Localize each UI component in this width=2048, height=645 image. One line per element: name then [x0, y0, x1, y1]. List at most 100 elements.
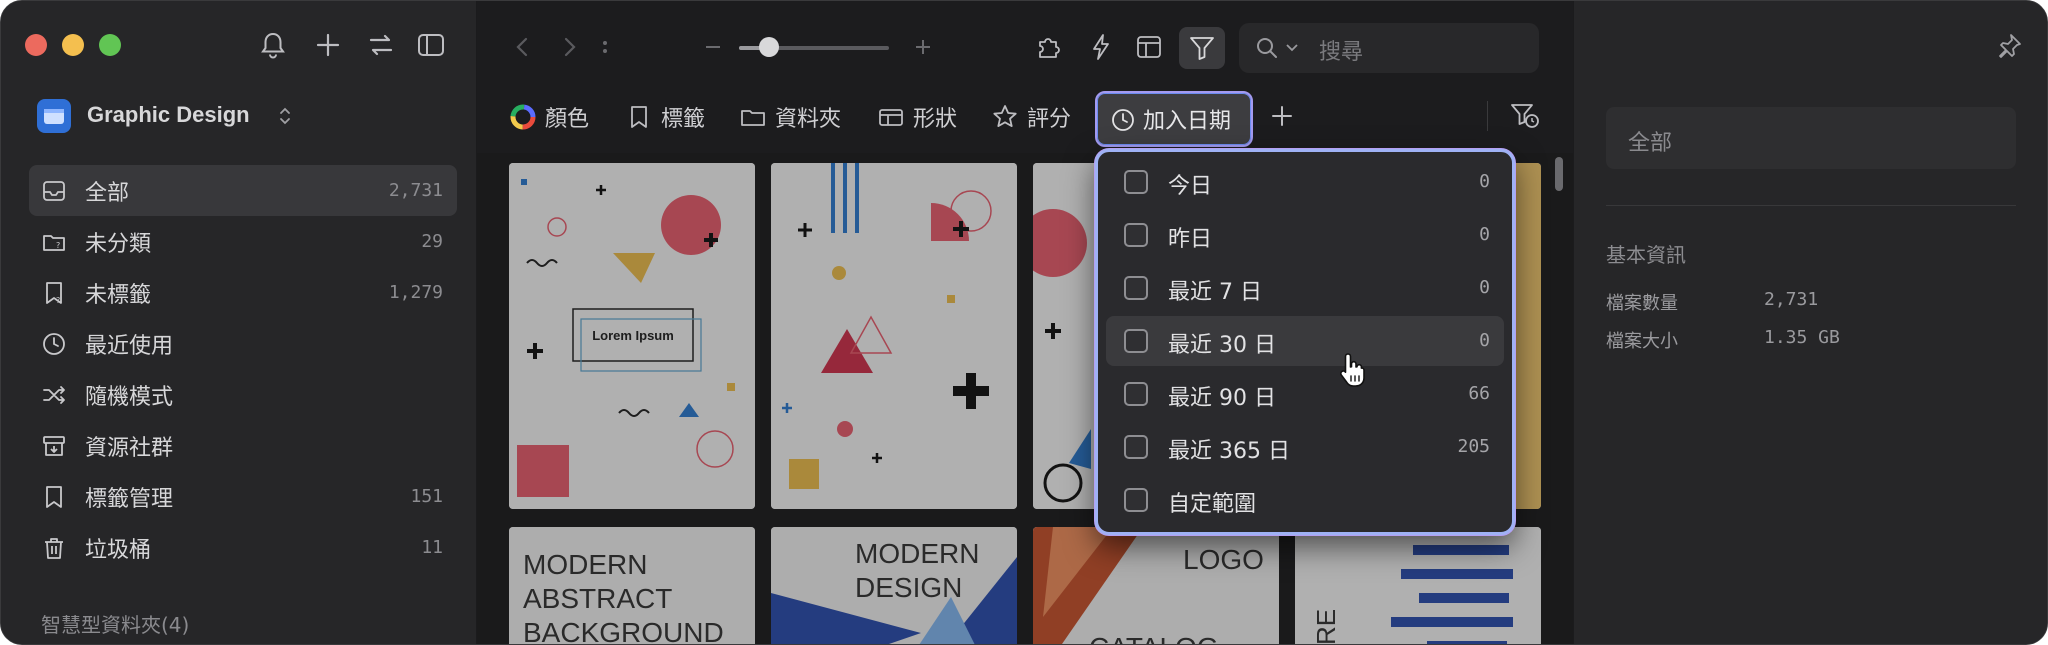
shape-icon	[879, 109, 903, 126]
filter-folders[interactable]: 資料夾	[739, 97, 841, 137]
bell-icon[interactable]	[257, 29, 289, 61]
zoom-out-icon[interactable]	[697, 31, 729, 63]
shuffle-icon	[43, 386, 65, 404]
chevron-updown-icon[interactable]	[277, 105, 293, 127]
library-name[interactable]: Graphic Design	[87, 102, 250, 128]
asset-thumbnail[interactable]: RE	[1295, 527, 1541, 645]
sidebar-item-uncategorized[interactable]: ? 未分類 29	[29, 216, 457, 267]
scrollbar-thumb[interactable]	[1555, 157, 1563, 191]
asset-thumbnail[interactable]: MODERN DESIGN	[771, 527, 1017, 644]
layout-icon[interactable]	[1133, 31, 1165, 63]
filter-toggle-button[interactable]	[1179, 27, 1225, 69]
inspector-name-value: 全部	[1628, 131, 1673, 156]
filter-icon	[1190, 37, 1214, 60]
minimize-window-button[interactable]	[62, 34, 84, 56]
svg-text:?: ?	[56, 241, 60, 250]
option-checkbox[interactable]	[1124, 488, 1148, 512]
sidebar-nav: 全部 2,731 ? 未分類 29 ? 未標籤 1,279 最近使用 隨機模式	[29, 165, 457, 573]
more-vertical-icon[interactable]	[589, 31, 621, 63]
filter-label: 顏色	[545, 107, 590, 132]
filter-label: 標籤	[661, 107, 706, 132]
option-count: 0	[1479, 224, 1490, 245]
date-option[interactable]: 昨日 0	[1106, 210, 1504, 260]
filter-tags[interactable]: 標籤	[625, 97, 705, 137]
search-input[interactable]: 搜尋	[1319, 34, 1363, 66]
back-icon[interactable]	[507, 31, 539, 63]
inspector-key: 檔案數量	[1606, 293, 1678, 314]
date-option[interactable]: 自定範圍	[1106, 475, 1504, 525]
divider	[1606, 205, 2016, 206]
option-checkbox[interactable]	[1124, 382, 1148, 406]
filter-rating[interactable]: 評分	[991, 97, 1071, 137]
option-checkbox[interactable]	[1124, 223, 1148, 247]
asset-thumbnail[interactable]: MODERN ABSTRACT BACKGROUND	[509, 527, 755, 644]
thumbnail-artwork: RE	[1295, 527, 1541, 645]
sidebar-item-label: 資源社群	[85, 435, 174, 461]
divider	[1487, 101, 1488, 131]
sidebar-item-untagged[interactable]: ? 未標籤 1,279	[29, 267, 457, 318]
sidebar-item-count: 29	[421, 231, 443, 252]
asset-thumbnail[interactable]: LOGO CATALOG	[1033, 527, 1279, 644]
sidebar-item-random[interactable]: 隨機模式	[29, 369, 457, 420]
sidebar-item-label: 未標籤	[85, 282, 152, 308]
date-option[interactable]: 最近 365 日 205	[1106, 422, 1504, 472]
filter-label: 加入日期	[1143, 109, 1232, 134]
sidebar-item-tag-manager[interactable]: 標籤管理 151	[29, 471, 457, 522]
option-count: 0	[1479, 330, 1490, 351]
thumbnail-artwork: Lorem Ipsum	[509, 163, 755, 509]
color-wheel-icon	[510, 104, 536, 130]
plus-icon[interactable]	[312, 29, 344, 61]
add-filter-icon[interactable]	[1267, 101, 1297, 131]
thumbnail-artwork: LOGO CATALOG	[1033, 527, 1279, 644]
filter-color[interactable]: 顏色	[509, 97, 589, 137]
filter-clock-icon[interactable]	[1507, 97, 1541, 131]
thumbnail-text: ABSTRACT	[523, 583, 672, 614]
bookmark-icon	[46, 486, 62, 508]
zoom-slider-knob[interactable]	[759, 37, 779, 57]
clock-icon	[43, 333, 65, 355]
chevron-down-icon[interactable]	[1285, 43, 1299, 53]
option-label: 自定範圍	[1168, 492, 1257, 517]
inspector-value: 1.35 GB	[1764, 327, 1840, 348]
thumbnail-text: RE	[1311, 609, 1341, 645]
swap-icon[interactable]	[365, 29, 397, 61]
option-checkbox[interactable]	[1124, 435, 1148, 459]
asset-thumbnail[interactable]	[771, 163, 1017, 509]
search-box[interactable]: 搜尋	[1239, 23, 1539, 73]
option-checkbox[interactable]	[1124, 276, 1148, 300]
option-count: 205	[1457, 436, 1490, 457]
trash-icon	[45, 538, 63, 559]
sidebar-item-community[interactable]: 資源社群	[29, 420, 457, 471]
sidebar-toggle-icon[interactable]	[415, 29, 447, 61]
lightning-icon[interactable]	[1085, 31, 1117, 63]
zoom-window-button[interactable]	[99, 34, 121, 56]
option-checkbox[interactable]	[1124, 170, 1148, 194]
date-option[interactable]: 最近 30 日 0	[1106, 316, 1504, 366]
sidebar-item-label: 垃圾桶	[85, 537, 152, 563]
filter-label: 形狀	[913, 107, 958, 132]
date-option[interactable]: 最近 90 日 66	[1106, 369, 1504, 419]
thumbnail-text: DESIGN	[855, 572, 962, 603]
inspector-heading: 基本資訊	[1606, 243, 1686, 267]
app-window: Graphic Design 全部 2,731 ? 未分類 29 ? 未標籤 1…	[0, 0, 2048, 645]
sidebar-item-label: 最近使用	[85, 333, 174, 359]
zoom-in-icon[interactable]	[907, 31, 939, 63]
filter-date-added[interactable]: 加入日期	[1095, 91, 1253, 147]
date-option[interactable]: 今日 0	[1106, 157, 1504, 207]
sidebar-item-all[interactable]: 全部 2,731	[29, 165, 457, 216]
option-label: 最近 30 日	[1168, 333, 1276, 358]
smart-folders-heading[interactable]: 智慧型資料夾(4)	[41, 609, 189, 638]
filter-shape[interactable]: 形狀	[877, 97, 957, 137]
close-window-button[interactable]	[25, 34, 47, 56]
filter-label: 評分	[1027, 107, 1072, 132]
sidebar-item-trash[interactable]: 垃圾桶 11	[29, 522, 457, 573]
option-checkbox[interactable]	[1124, 329, 1148, 353]
date-option[interactable]: 最近 7 日 0	[1106, 263, 1504, 313]
sidebar-item-recent[interactable]: 最近使用	[29, 318, 457, 369]
sidebar-item-label: 隨機模式	[85, 384, 174, 410]
inspector-name-field[interactable]: 全部	[1606, 107, 2016, 169]
pin-icon[interactable]	[1994, 31, 2024, 61]
asset-thumbnail[interactable]: Lorem Ipsum	[509, 163, 755, 509]
forward-icon[interactable]	[553, 31, 585, 63]
puzzle-icon[interactable]	[1033, 31, 1065, 63]
